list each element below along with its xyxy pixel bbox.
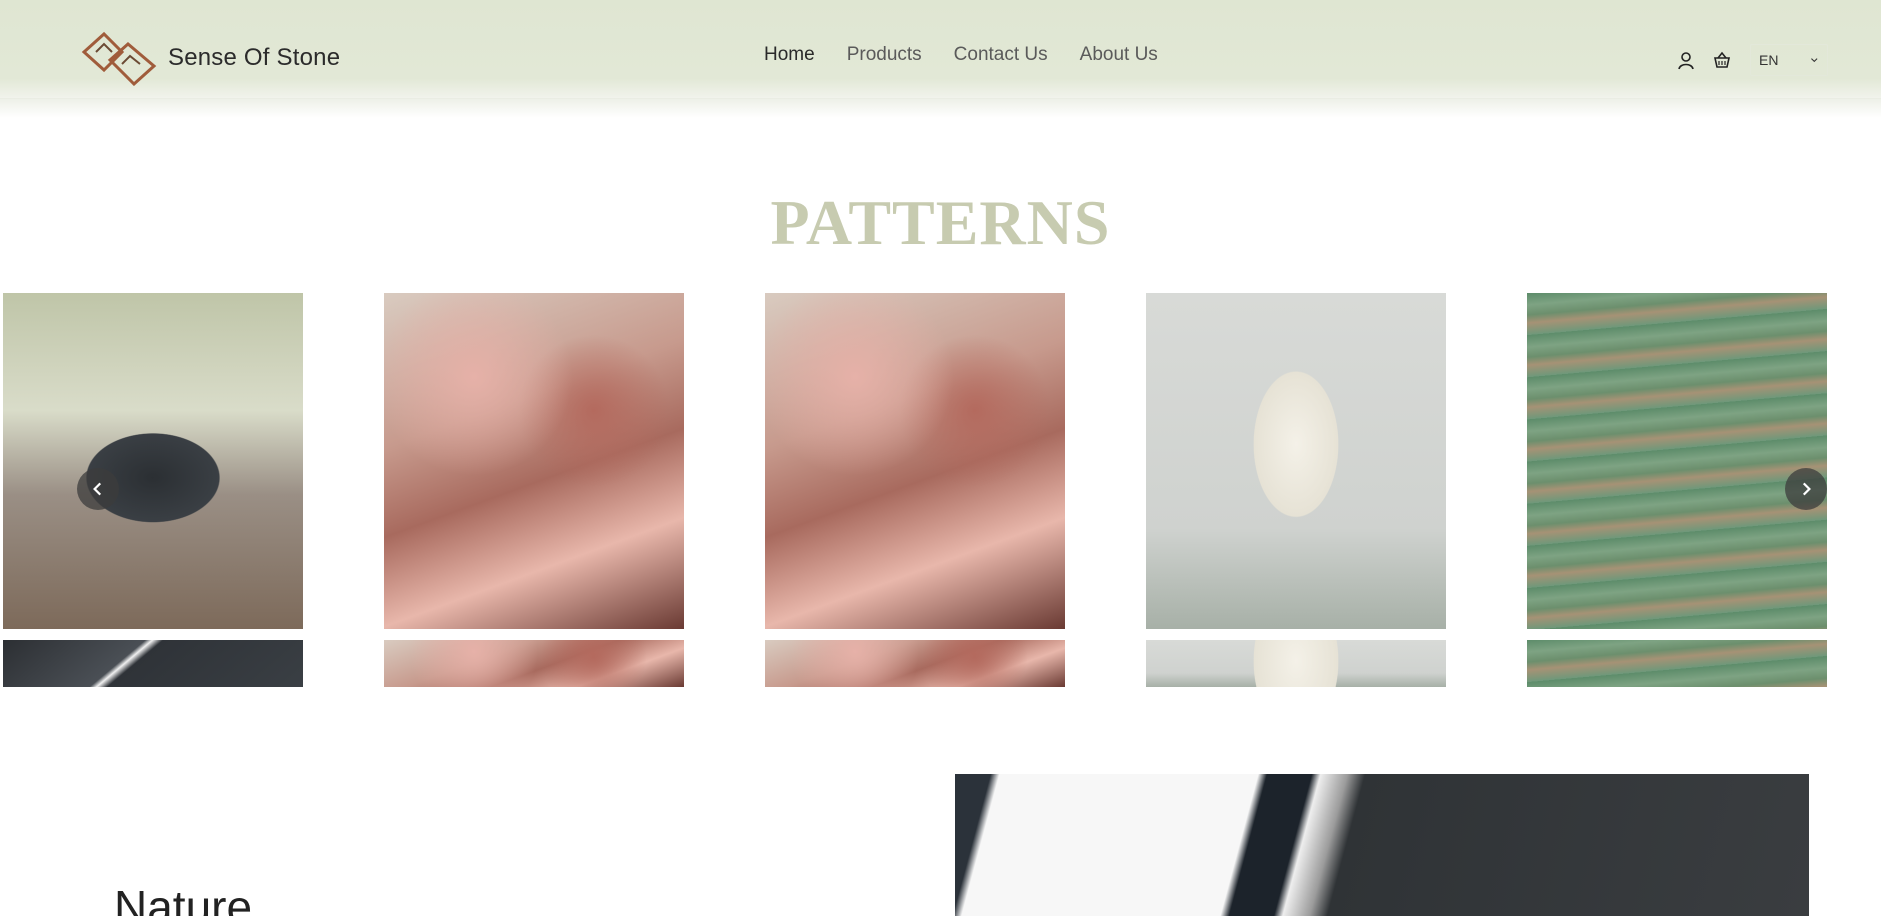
basket-icon[interactable] [1712,50,1732,70]
nav-home[interactable]: Home [764,44,815,66]
pattern-thumb-green[interactable] [1527,640,1827,687]
pattern-card-red-marble-2[interactable] [765,293,1065,629]
patterns-title: PATTERNS [770,187,1111,258]
brand-logo[interactable]: Sense Of Stone [78,30,340,86]
pattern-card-red-marble-1[interactable] [384,293,684,629]
brand-name: Sense Of Stone [168,44,341,71]
feature-image [955,774,1809,916]
nav-about[interactable]: About Us [1080,44,1158,66]
logo-icon [81,31,157,86]
chevron-down-icon [1811,58,1818,63]
language-select[interactable]: EN [1750,44,1828,76]
pattern-thumb-onyx[interactable] [1146,640,1446,687]
carousel-next-button[interactable] [1785,468,1827,510]
pattern-thumb-red-2[interactable] [765,640,1065,687]
site-header: Sense Of Stone Home Products Contact Us … [0,0,1881,118]
pattern-thumb-dark[interactable] [3,640,303,687]
pattern-thumb-red-1[interactable] [384,640,684,687]
header-utilities: EN [1676,44,1828,76]
pattern-card-green-onyx[interactable] [1527,293,1827,629]
pattern-card-onyx-vase[interactable] [1146,293,1446,629]
carousel-prev-button[interactable] [77,468,119,510]
nav-contact[interactable]: Contact Us [954,44,1048,66]
main-nav: Home Products Contact Us About Us [764,44,1158,66]
chevron-left-icon [93,482,102,496]
chevron-right-icon [1802,482,1811,496]
nav-products[interactable]: Products [847,44,922,66]
user-icon[interactable] [1676,50,1696,70]
pattern-card-dining-table[interactable] [3,293,303,629]
language-value: EN [1759,52,1779,68]
feature-title: Nature [114,881,253,916]
